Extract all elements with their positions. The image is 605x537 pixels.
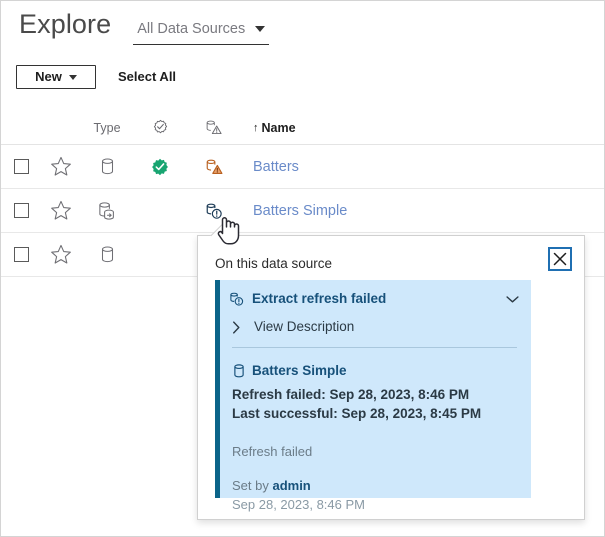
row-checkbox-cell: [1, 247, 41, 262]
alert-data-source-name: Batters Simple: [252, 362, 347, 380]
certification-badge-icon: [152, 119, 169, 136]
view-description-toggle[interactable]: View Description: [220, 314, 531, 340]
column-header-name[interactable]: ↑ Name: [241, 120, 604, 136]
row-favorite-cell: [41, 244, 81, 265]
star-outline-icon[interactable]: [50, 156, 72, 177]
database-icon: [232, 363, 246, 379]
row-favorite-cell: [41, 156, 81, 177]
row-name-cell: Batters Simple: [241, 201, 604, 221]
set-by-prefix: Set by: [232, 478, 272, 493]
row-type-cell: [81, 245, 133, 264]
set-by-user: admin: [272, 478, 310, 493]
row-certification-cell[interactable]: [133, 158, 187, 176]
new-button-label: New: [35, 69, 62, 85]
row-favorite-cell: [41, 200, 81, 221]
row-checkbox[interactable]: [14, 247, 29, 262]
table-row[interactable]: Batters Simple: [1, 189, 604, 233]
page-header: Explore All Data Sources: [19, 7, 269, 45]
last-successful-time: Last successful: Sep 28, 2023, 8:45 PM: [220, 404, 531, 423]
alert-set-by-time: Sep 28, 2023, 8:46 PM: [220, 496, 531, 514]
chevron-down-icon[interactable]: [506, 295, 519, 304]
table-header-row: Type ↑: [1, 111, 604, 145]
extract-database-icon: [97, 201, 117, 221]
column-header-certification[interactable]: [133, 119, 187, 136]
close-button[interactable]: [548, 247, 572, 271]
chevron-right-icon: [232, 321, 241, 334]
alert-header[interactable]: Extract refresh failed: [220, 286, 531, 312]
data-source-filter-label: All Data Sources: [137, 19, 245, 39]
alert-status-note: Refresh failed: [220, 443, 531, 461]
chevron-down-icon: [255, 26, 265, 32]
row-checkbox[interactable]: [14, 203, 29, 218]
row-checkbox[interactable]: [14, 159, 29, 174]
close-icon: [553, 252, 567, 266]
select-all-button[interactable]: Select All: [118, 69, 176, 85]
extract-refresh-failed-icon: [205, 202, 224, 220]
data-quality-warning-icon: [205, 158, 224, 176]
row-data-quality-cell[interactable]: [187, 158, 241, 176]
row-checkbox-cell: [1, 159, 41, 174]
page-title: Explore: [19, 7, 111, 41]
alert-set-by: Set by admin: [220, 477, 531, 495]
row-name-cell: Batters: [241, 157, 604, 177]
column-header-name-label: ↑ Name: [253, 120, 296, 136]
row-checkbox-cell: [1, 203, 41, 218]
column-header-name-text: Name: [262, 120, 296, 136]
explore-page: Explore All Data Sources New Select All …: [0, 0, 605, 537]
alert-data-source: Batters Simple: [220, 362, 531, 380]
data-quality-popover: On this data source Extract refresh fail…: [197, 235, 585, 520]
table-row[interactable]: Batters: [1, 145, 604, 189]
row-type-cell: [81, 201, 133, 221]
alert-title: Extract refresh failed: [252, 290, 506, 308]
sort-ascending-icon: ↑: [253, 120, 259, 136]
chevron-down-icon: [69, 75, 77, 80]
star-outline-icon[interactable]: [50, 244, 72, 265]
row-data-quality-cell[interactable]: [187, 202, 241, 220]
extract-refresh-failed-icon: [229, 291, 245, 307]
data-source-filter-dropdown[interactable]: All Data Sources: [133, 17, 269, 45]
new-button[interactable]: New: [16, 65, 96, 89]
database-icon: [99, 245, 116, 264]
popover-title: On this data source: [215, 255, 332, 273]
alert-panel: Extract refresh failed View Description …: [215, 280, 531, 498]
toolbar: New Select All: [16, 65, 176, 89]
view-description-label: View Description: [254, 318, 354, 336]
star-outline-icon[interactable]: [50, 200, 72, 221]
column-header-type[interactable]: Type: [81, 120, 133, 136]
panel-divider: [232, 347, 517, 348]
refresh-failed-time: Refresh failed: Sep 28, 2023, 8:46 PM: [220, 385, 531, 404]
row-type-cell: [81, 157, 133, 176]
data-source-link[interactable]: Batters Simple: [253, 201, 347, 221]
database-icon: [99, 157, 116, 176]
certified-badge-icon: [151, 158, 169, 176]
column-header-type-label: Type: [93, 120, 120, 136]
data-source-link[interactable]: Batters: [253, 157, 299, 177]
data-quality-warning-icon: [205, 119, 223, 136]
column-header-data-quality[interactable]: [187, 119, 241, 136]
